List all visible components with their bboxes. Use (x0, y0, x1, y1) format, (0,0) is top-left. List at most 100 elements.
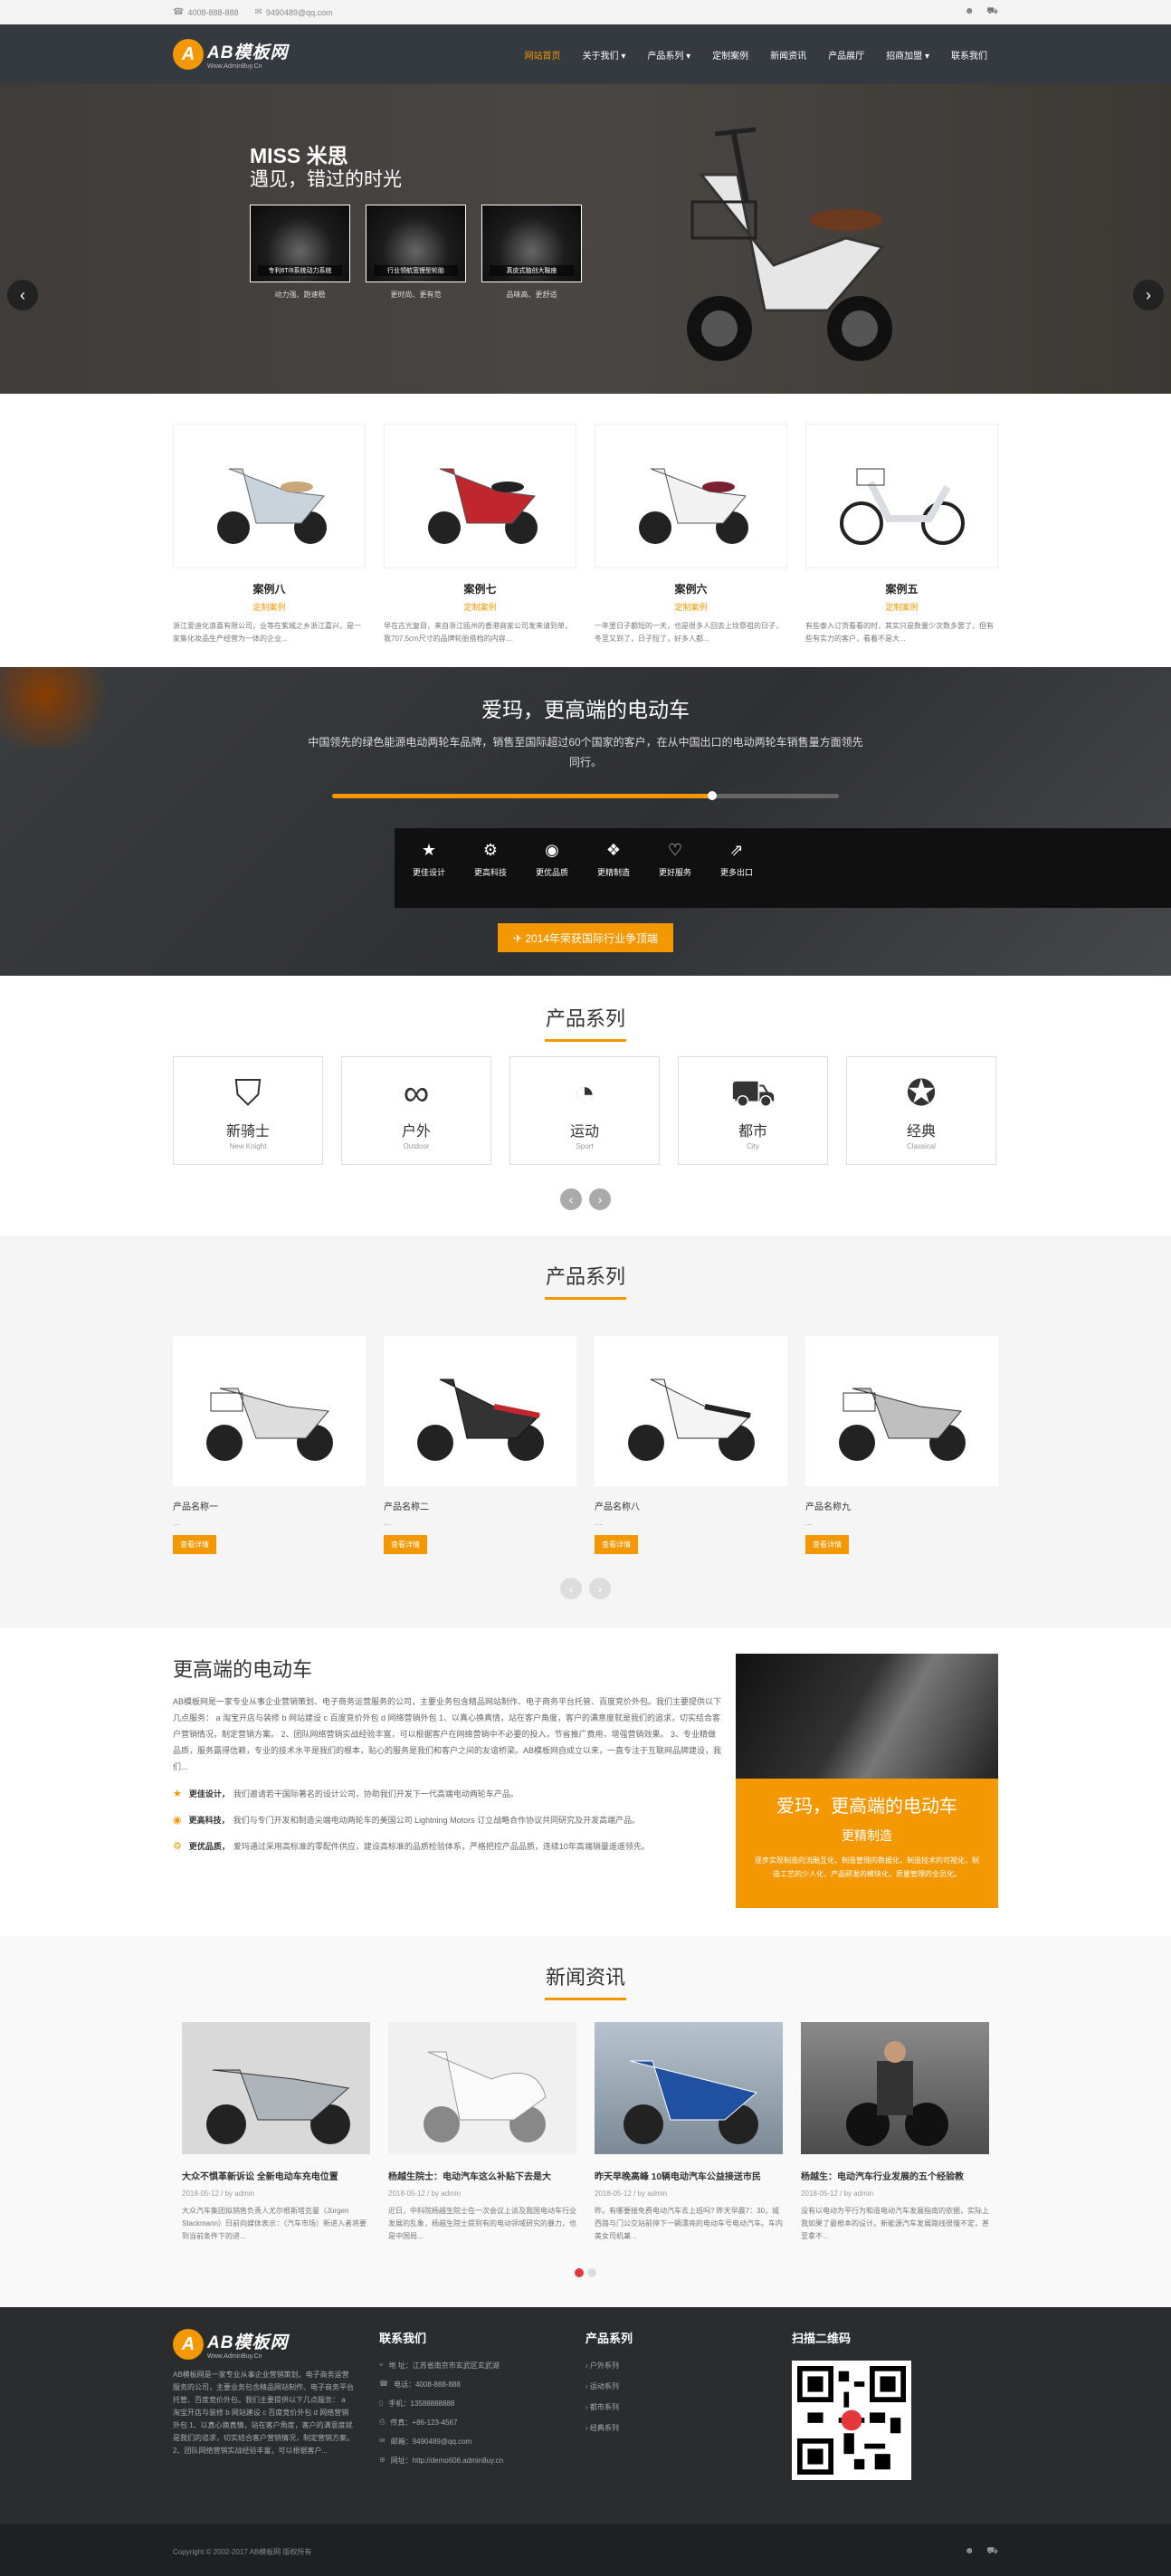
banner-prev-button[interactable]: ‹ (7, 280, 38, 310)
news-image (182, 2022, 370, 2154)
footer-products: 产品系列 › 户外系列 › 运动系列 › 都市系列 › 经典系列 (586, 2329, 792, 2480)
series-item[interactable]: ∞ 户外 Outdoor (341, 1056, 491, 1165)
case-card[interactable]: 案例五 定制案例 有些泰入订货看看的时，其实只是数量少次数多罢了，但有些有实力的… (805, 424, 998, 645)
nav-products[interactable]: 产品系列 ▾ (636, 48, 701, 62)
news-page-dot[interactable] (575, 2268, 584, 2277)
product-detail-button[interactable]: 查看详情 (595, 1535, 638, 1554)
promo-icon-item[interactable]: ◉ 更优品质 (521, 841, 583, 878)
series-prev-button[interactable]: ‹ (560, 1188, 582, 1210)
series-title: 产品系列 (545, 1007, 625, 1030)
nav-showroom[interactable]: 产品展厅 (817, 48, 875, 62)
product-card: 产品名称八 ... 查看详情 (595, 1336, 787, 1554)
case-card[interactable]: 案例八 定制案例 浙江爱迪化浪喜有限公司，业等在紫城之乡浙江嘉兴，是一家集化妆品… (173, 424, 366, 645)
promo-icon-item[interactable]: ⇗ 更多出口 (706, 841, 767, 878)
about-text: AB模板网是一家专业从事企业营销策划、电子商务运营服务的公司，主要业务包含精品网… (173, 1697, 722, 1771)
product-image[interactable] (173, 1336, 366, 1486)
footer-product-link[interactable]: › 都市系列 (586, 2402, 792, 2412)
user-icon[interactable]: ☻ (965, 6, 975, 18)
product-detail-button[interactable]: 查看详情 (805, 1535, 849, 1554)
banner-features: 专利6T/8系统动力系统 动力强、跑速稳 行业领航宽锂型轮胎 更时尚、更有范 真… (250, 205, 582, 300)
footer-qr: 扫描二维码 (792, 2329, 998, 2480)
sport-helmet-icon: ◔ (573, 1073, 596, 1113)
nav-contact[interactable]: 联系我们 (940, 48, 998, 62)
user-icon[interactable]: ☻ (965, 2546, 975, 2558)
news-section: 新闻资讯 大众不惧革新诉讼 全新电动车充电位置 2018-05-12 / by … (0, 1936, 1171, 2307)
news-item[interactable]: 昨天早晚高峰 10辆电动汽车公益接送市民 2018-05-12 / by adm… (595, 2022, 783, 2256)
series-item[interactable]: ✪ 经典 Classical (846, 1056, 996, 1165)
bus-icon: ⛟ (729, 1073, 776, 1113)
target-icon: ◉ (545, 841, 559, 859)
award-button[interactable]: ✈ 2014年荣获国际行业争顶端 (498, 923, 673, 952)
mobile-icon: ▯ (379, 2399, 384, 2407)
promo-banner: 爱玛，更高端的电动车 中国领先的绿色能源电动两轮车品牌，销售至国际超过60个国家… (0, 667, 1171, 976)
products-section: 产品系列 产品名称一 ... 查看详情 产品名称二 ... 查看详情 产品名称八… (0, 1236, 1171, 1628)
logo[interactable]: A AB模板网 Www.AdminBuy.Cn (173, 39, 288, 70)
products-next-button[interactable]: › (589, 1578, 611, 1599)
cart-icon[interactable]: ⛟ (986, 6, 998, 18)
nav-franchise[interactable]: 招商加盟 ▾ (875, 48, 940, 62)
about-point: ◉ 更高科技， 我们与专门开发和制造尖端电动两轮车的美国公司 Lightning M… (173, 1815, 641, 1826)
nav-about[interactable]: 关于我们 ▾ (572, 48, 637, 62)
news-item[interactable]: 杨越生院士：电动汽车这么补贴下去是大 2018-05-12 / by admin… (388, 2022, 576, 2256)
title-underline (545, 1998, 626, 2000)
promo-icon-item[interactable]: ★ 更佳设计 (398, 841, 460, 878)
product-image[interactable] (384, 1336, 576, 1486)
promo-icon-item[interactable]: ♡ 更好服务 (644, 841, 706, 878)
footer-product-link[interactable]: › 经典系列 (586, 2423, 792, 2433)
cart-icon[interactable]: ⛟ (986, 2546, 998, 2558)
news-item[interactable]: 大众不惧革新诉讼 全新电动车充电位置 2018-05-12 / by admin… (182, 2022, 370, 2256)
footer-contact: 联系我们 ⌖ 地 址：江苏省南京市玄武区玄武湖 ☎ 电话：4008-888-888 … (379, 2332, 504, 2465)
qr-code-image (797, 2366, 906, 2475)
case-image (595, 424, 787, 568)
medal-icon: ✪ (906, 1073, 937, 1113)
banner-subtitle: 遇见，错过的时光 (250, 169, 402, 190)
news-pager (173, 2268, 998, 2277)
series-item[interactable]: ◔ 运动 Sport (509, 1056, 660, 1165)
case-card[interactable]: 案例七 定制案例 早在古光复目，来自浙江瓯州的香港商家公司发来请到单，我707.… (384, 424, 576, 645)
gears-icon: ⚙ (482, 841, 499, 859)
binoculars-icon: ∞ (403, 1073, 430, 1113)
nav-cases[interactable]: 定制案例 (701, 48, 759, 62)
footer-product-link[interactable]: › 户外系列 (586, 2361, 792, 2371)
product-image[interactable] (595, 1336, 787, 1486)
about-point: ⚙ 更优品质， 爱玛通过采用高标准的零配件供应，建设高标准的品质检验体系，严格把控产… (173, 1841, 650, 1852)
fax-icon: ⎙ (379, 2418, 386, 2426)
promo-icon-item[interactable]: ❖ 更精制造 (583, 841, 644, 878)
news-item[interactable]: 杨越生：电动汽车行业发展的五个经验教 2018-05-12 / by admin… (801, 2022, 989, 2256)
about-card-image (736, 1654, 998, 1779)
nav-news[interactable]: 新闻资讯 (759, 48, 817, 62)
footer-logo[interactable]: A AB模板网 Www.AdminBuy.Cn (173, 2329, 379, 2360)
news-page-dot[interactable] (587, 2268, 596, 2277)
nav-home[interactable]: 网站首页 (514, 48, 572, 62)
star-icon: ★ (421, 841, 437, 859)
cubes-icon: ❖ (605, 841, 622, 859)
logo-sub: Www.AdminBuy.Cn (207, 63, 262, 70)
promo-progress-bar (332, 791, 839, 800)
copyright-bar: Copyright © 2002-2017 AB模板网 版权所有 ☻ ⛟ (0, 2524, 1171, 2576)
feature-image: 专利6T/8系统动力系统 (250, 205, 350, 282)
about-point: ★ 更佳设计， 我们邀请若干国际著名的设计公司，协助我们开发下一代高端电动两轮车产品… (173, 1789, 519, 1799)
phone-icon: ☎ (173, 7, 185, 17)
news-image (595, 2022, 783, 2154)
title-underline (545, 1039, 626, 1042)
products-prev-button[interactable]: ‹ (560, 1578, 582, 1599)
banner-next-button[interactable]: › (1133, 280, 1164, 310)
banner-feature: 行业领航宽锂型轮胎 更时尚、更有范 (366, 205, 466, 300)
footer-product-link[interactable]: › 运动系列 (586, 2381, 792, 2391)
series-item[interactable]: ⛉ 新骑士 New Knight (173, 1056, 323, 1165)
promo-icon-item[interactable]: ⚙ 更高科技 (460, 841, 521, 878)
export-icon: ⇗ (729, 841, 744, 859)
promo-progress-fill (332, 794, 712, 798)
case-card[interactable]: 案例六 定制案例 一年里日子都短的一天，也是很多人回去上坟祭祖的日子，冬至又到了… (595, 424, 787, 645)
mail-icon: ✉ (379, 2437, 386, 2445)
series-item[interactable]: ⛟ 都市 City (678, 1056, 828, 1165)
product-detail-button[interactable]: 查看详情 (173, 1535, 216, 1554)
product-image[interactable] (805, 1336, 998, 1486)
series-next-button[interactable]: › (589, 1188, 611, 1210)
product-detail-button[interactable]: 查看详情 (384, 1535, 427, 1554)
banner-feature: 专利6T/8系统动力系统 动力强、跑速稳 (250, 205, 350, 300)
mail-icon: ✉ (254, 7, 262, 17)
about-card: 爱玛，更高端的电动车 更精制造 逐步实现制造的流融互化，制造管理的数据化，制造技… (736, 1654, 998, 1908)
promo-text: 中国领先的绿色能源电动两轮车品牌，销售至国际超过60个国家的客户，在从中国出口的… (308, 736, 863, 768)
qr-code (792, 2361, 911, 2480)
